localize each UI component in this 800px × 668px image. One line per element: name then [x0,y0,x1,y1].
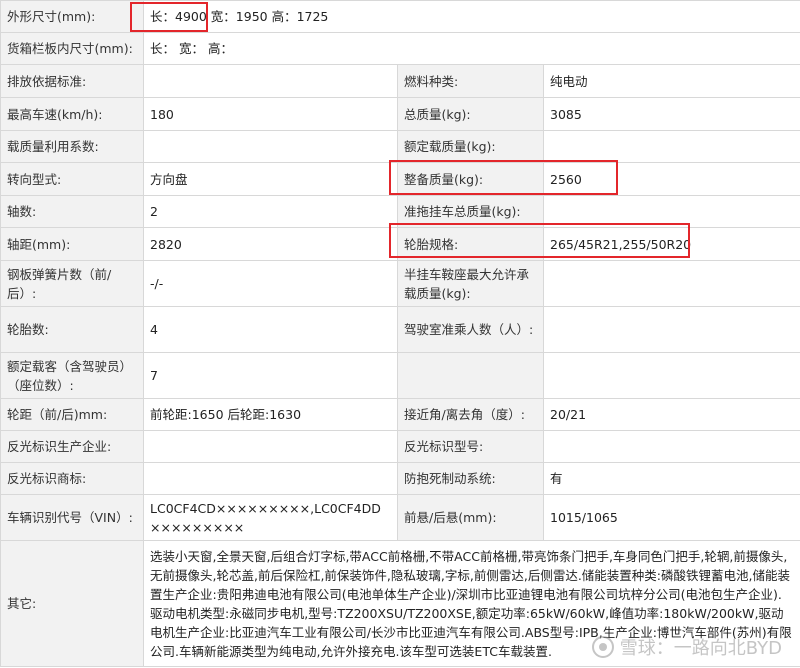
steering-type-value: 方向盘 [143,162,398,196]
rated-load-label: 额定载质量(kg): [397,130,544,163]
approach-departure-label: 接近角/离去角（度）: [397,398,544,431]
table-row: 钢板弹簧片数（前/后）: -/- 半挂车鞍座最大允许承载质量(kg): [0,260,800,307]
overhang-label: 前悬/后悬(mm): [397,494,544,541]
tire-spec-value: 265/45R21,255/50R20 [543,227,800,261]
table-row: 货箱栏板内尺寸(mm): 长： 宽： 高： [0,32,800,65]
table-row: 轴数: 2 准拖挂车总质量(kg): [0,195,800,228]
curb-weight-label: 整备质量(kg): [397,162,544,196]
reflector-maker-value [143,430,398,463]
gross-mass-value: 3085 [543,97,800,131]
emission-standard-label: 排放依据标准: [0,64,144,98]
table-row: 排放依据标准: 燃料种类: 纯电动 [0,64,800,98]
cab-capacity-label: 驾驶室准乘人数（人）: [397,306,544,353]
wheelbase-value: 2820 [143,227,398,261]
table-row: 其它: 选装小天窗,全景天窗,后组合灯字标,带ACC前格栅,不带ACC前格栅,带… [0,540,800,667]
vin-label: 车辆识别代号（VIN）: [0,494,144,541]
saddle-load-label: 半挂车鞍座最大允许承载质量(kg): [397,260,544,307]
table-row: 反光标识商标: 防抱死制动系统: 有 [0,462,800,495]
leaf-spring-value: -/- [143,260,398,307]
reflector-brand-value [143,462,398,495]
fuel-type-value: 纯电动 [543,64,800,98]
rated-passengers-label: 额定载客（含驾驶员）（座位数）: [0,352,144,399]
other-label: 其它: [0,540,144,667]
reflector-brand-label: 反光标识商标: [0,462,144,495]
axle-count-label: 轴数: [0,195,144,228]
table-row: 轮胎数: 4 驾驶室准乘人数（人）: [0,306,800,353]
empty-label [397,352,544,399]
dimensions-value: 长：4900 宽：1950 高：1725 [150,9,329,24]
steering-type-label: 转向型式: [0,162,144,196]
reflector-model-value [543,430,800,463]
trailer-mass-label: 准拖挂车总质量(kg): [397,195,544,228]
cargo-box-dimensions-value: 长： 宽： 高： [143,32,800,65]
empty-value [543,352,800,399]
tire-spec-label: 轮胎规格: [397,227,544,261]
curb-weight-value: 2560 [543,162,800,196]
load-utilization-value [143,130,398,163]
rated-load-value [543,130,800,163]
load-utilization-label: 载质量利用系数: [0,130,144,163]
gross-mass-label: 总质量(kg): [397,97,544,131]
max-speed-label: 最高车速(km/h): [0,97,144,131]
reflector-maker-label: 反光标识生产企业: [0,430,144,463]
saddle-load-value [543,260,800,307]
track-width-label: 轮距（前/后)mm: [0,398,144,431]
approach-departure-value: 20/21 [543,398,800,431]
emission-standard-value [143,64,398,98]
table-row: 载质量利用系数: 额定载质量(kg): [0,130,800,163]
rated-passengers-value: 7 [143,352,398,399]
abs-value: 有 [543,462,800,495]
max-speed-value: 180 [143,97,398,131]
table-row: 最高车速(km/h): 180 总质量(kg): 3085 [0,97,800,131]
tire-count-label: 轮胎数: [0,306,144,353]
leaf-spring-label: 钢板弹簧片数（前/后）: [0,260,144,307]
abs-label: 防抱死制动系统: [397,462,544,495]
table-row: 反光标识生产企业: 反光标识型号: [0,430,800,463]
table-row: 转向型式: 方向盘 整备质量(kg): 2560 [0,162,800,196]
cab-capacity-value [543,306,800,353]
vin-value: LC0CF4CD×××××××××,LC0CF4DD××××××××× [143,494,398,541]
vehicle-spec-table: 外形尺寸(mm): 长：4900 宽：1950 高：1725 货箱栏板内尺寸(m… [0,0,800,667]
table-row: 外形尺寸(mm): 长：4900 宽：1950 高：1725 [0,0,800,33]
overhang-value: 1015/1065 [543,494,800,541]
track-width-value: 前轮距:1650 后轮距:1630 [143,398,398,431]
cargo-box-dimensions-label: 货箱栏板内尺寸(mm): [0,32,144,65]
trailer-mass-value [543,195,800,228]
table-row: 车辆识别代号（VIN）: LC0CF4CD×××××××××,LC0CF4DD×… [0,494,800,541]
table-row: 额定载客（含驾驶员）（座位数）: 7 [0,352,800,399]
reflector-model-label: 反光标识型号: [397,430,544,463]
fuel-type-label: 燃料种类: [397,64,544,98]
dimensions-label: 外形尺寸(mm): [0,0,144,33]
other-value: 选装小天窗,全景天窗,后组合灯字标,带ACC前格栅,不带ACC前格栅,带亮饰条门… [143,540,800,667]
table-row: 轮距（前/后)mm: 前轮距:1650 后轮距:1630 接近角/离去角（度）:… [0,398,800,431]
wheelbase-label: 轴距(mm): [0,227,144,261]
table-row: 轴距(mm): 2820 轮胎规格: 265/45R21,255/50R20 [0,227,800,261]
axle-count-value: 2 [143,195,398,228]
tire-count-value: 4 [143,306,398,353]
